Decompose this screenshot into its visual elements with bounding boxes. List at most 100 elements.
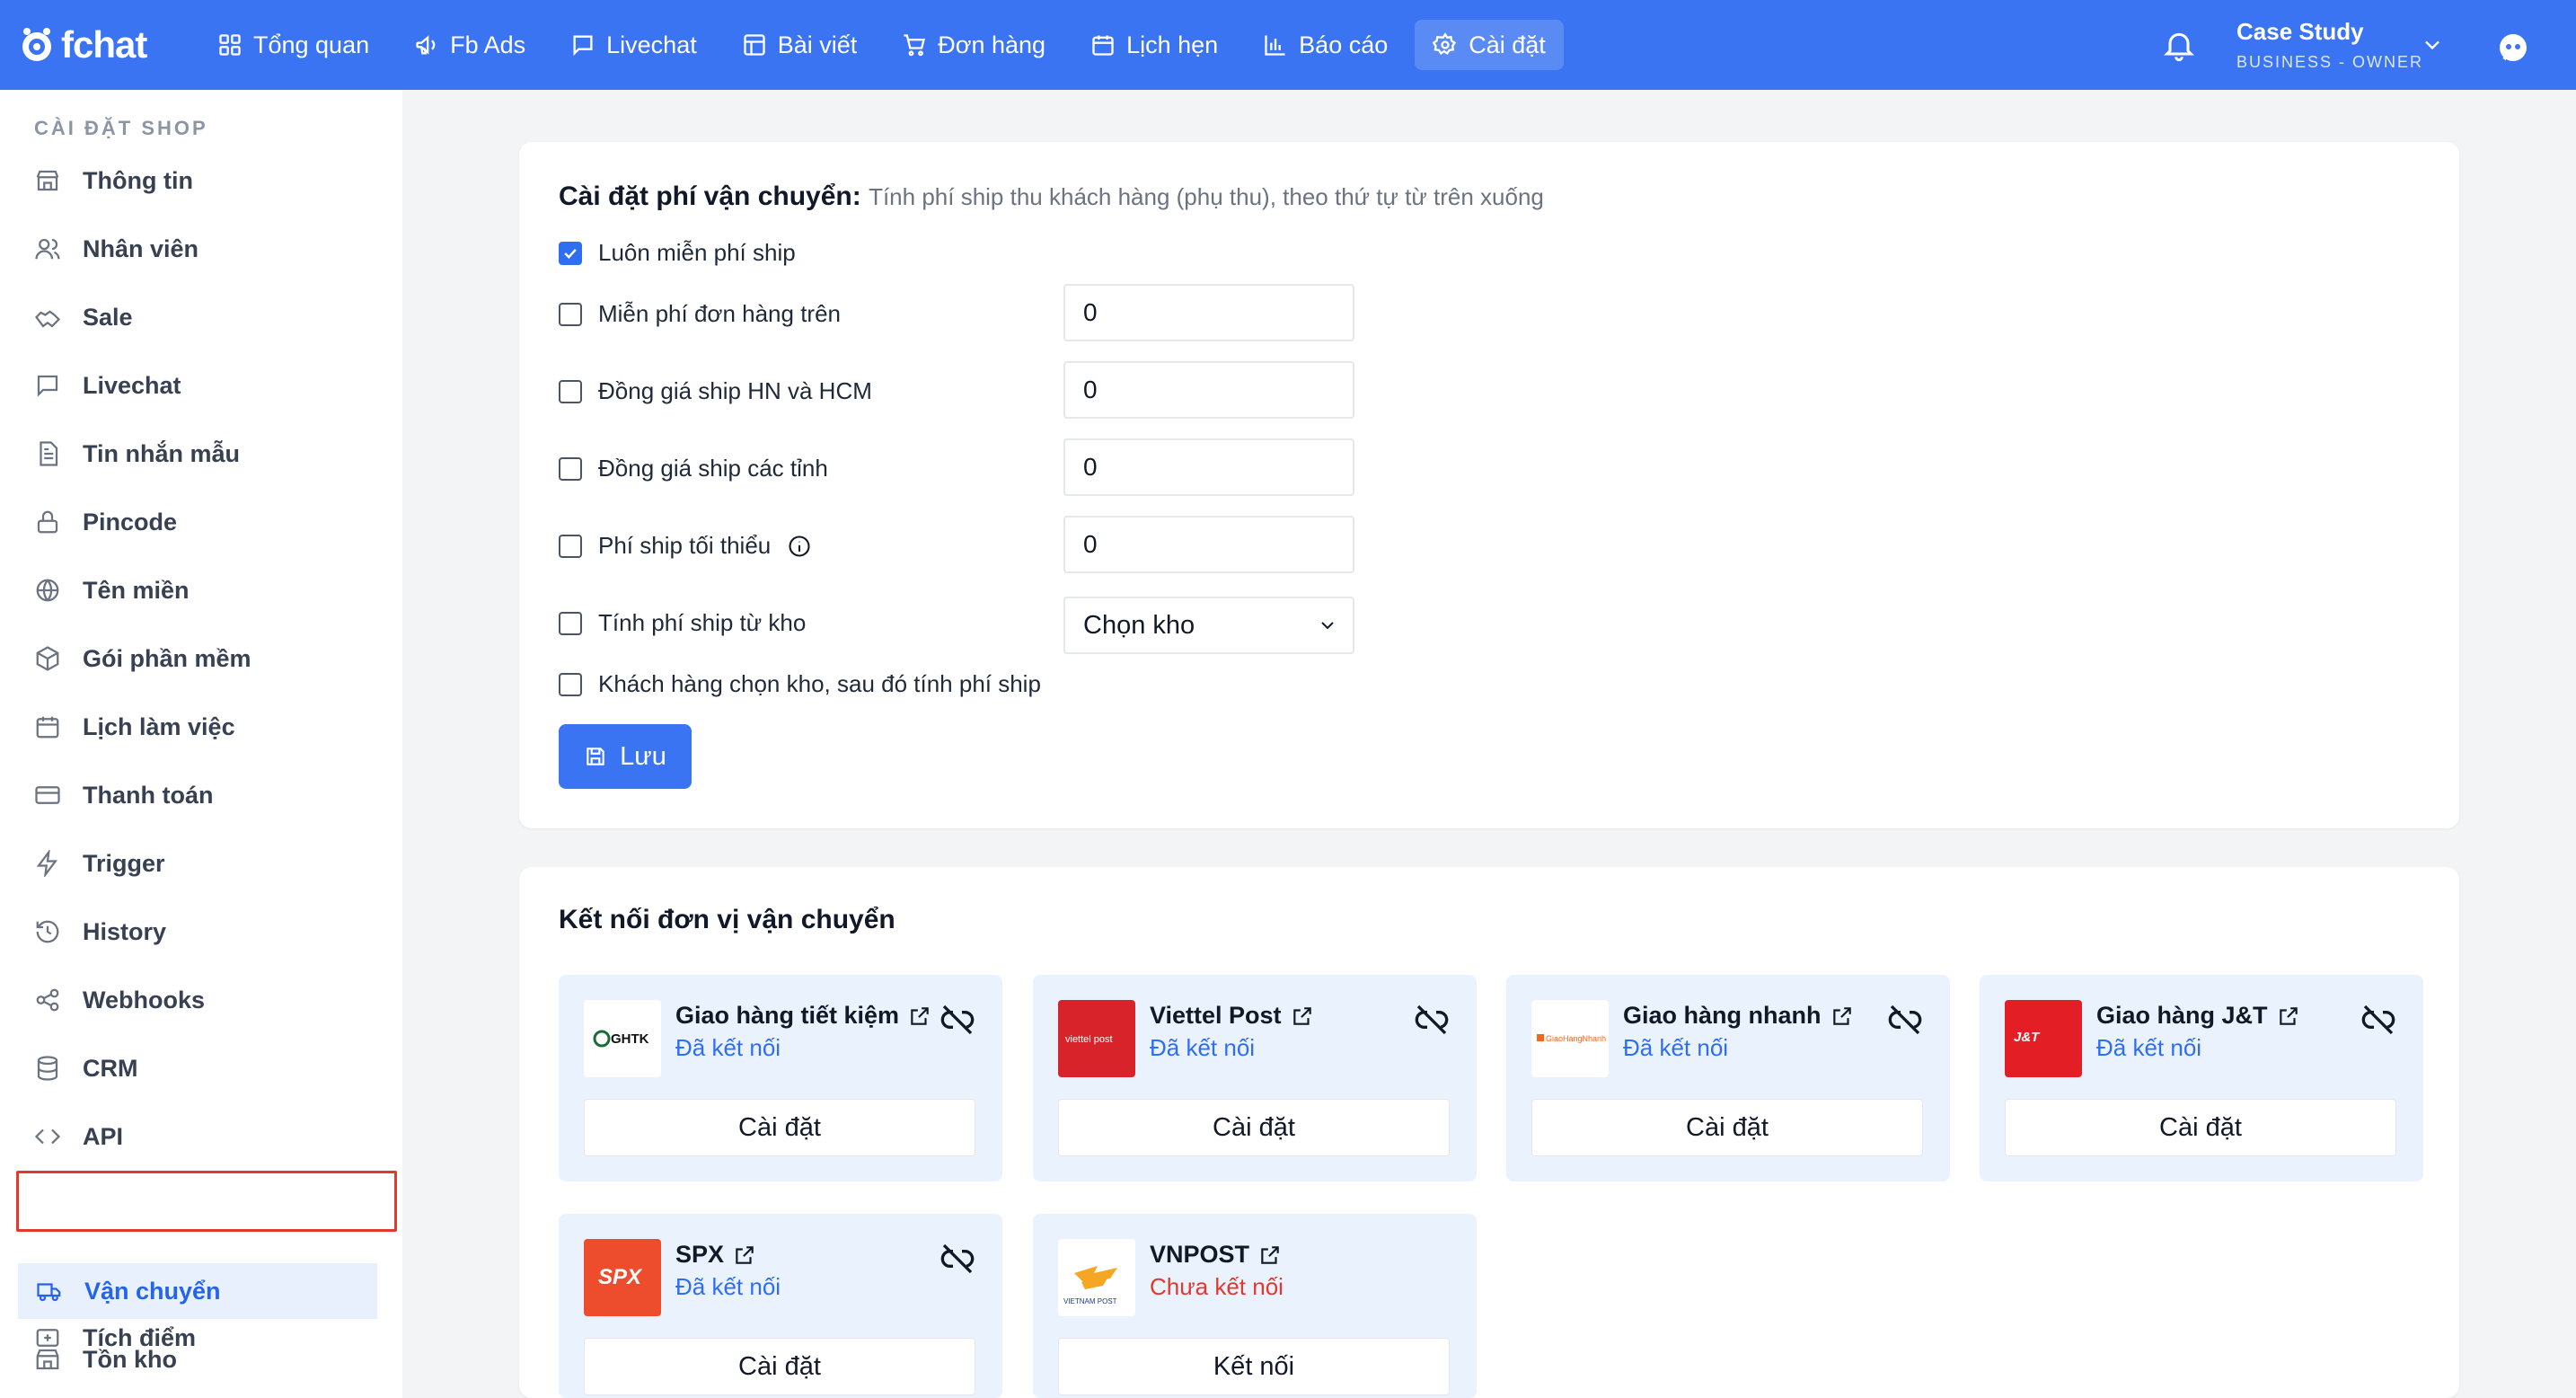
svg-text:viettel post: viettel post bbox=[1065, 1034, 1113, 1045]
carrier-logo: GiaoHangNhanh bbox=[1531, 1000, 1609, 1077]
svg-text:GiaoHangNhanh: GiaoHangNhanh bbox=[1546, 1034, 1606, 1043]
sidebar-item-thong-tin[interactable]: Thông tin bbox=[16, 153, 377, 208]
carrier-connect-button[interactable]: Kết nối bbox=[1058, 1338, 1450, 1395]
nav-bai-viet[interactable]: Bài viết bbox=[724, 20, 876, 70]
carrier-name: SPX bbox=[675, 1241, 756, 1269]
sidebar-item-ten-mien[interactable]: Tên miền bbox=[16, 562, 377, 618]
info-icon[interactable] bbox=[787, 534, 812, 559]
external-link-icon[interactable] bbox=[1258, 1243, 1282, 1267]
sidebar-item-label: CRM bbox=[83, 1054, 138, 1082]
min-fee-input[interactable]: 0 bbox=[1063, 516, 1354, 573]
lock-icon bbox=[37, 510, 58, 534]
unlink-icon[interactable] bbox=[2360, 1002, 2396, 1038]
check-icon bbox=[564, 248, 577, 259]
external-link-icon[interactable] bbox=[908, 1004, 931, 1028]
carrier-settings-button[interactable]: Cài đặt bbox=[1058, 1099, 1450, 1156]
warehouse-select[interactable]: Chọn kho bbox=[1063, 597, 1354, 654]
carrier-card-spx: SPX SPX Đã kết nối Cài đặt bbox=[559, 1214, 1002, 1398]
sidebar: CÀI ĐẶT SHOP Thông tin Nhân viên Sale Li… bbox=[0, 90, 402, 1398]
sidebar-item-goi-phan-mem[interactable]: Gói phần mềm bbox=[16, 631, 377, 686]
free-ship-checkbox[interactable] bbox=[559, 241, 582, 265]
external-link-icon[interactable] bbox=[2277, 1004, 2300, 1028]
sidebar-item-webhooks[interactable]: Webhooks bbox=[16, 972, 377, 1028]
sidebar-item-label: Pincode bbox=[83, 508, 178, 535]
nav-fb-ads[interactable]: Fb Ads bbox=[396, 20, 543, 70]
chat-icon bbox=[573, 35, 593, 57]
sidebar-item-label: Webhooks bbox=[83, 986, 206, 1013]
logo-text: fchat bbox=[61, 23, 147, 66]
min-fee-checkbox[interactable] bbox=[559, 534, 582, 558]
globe-icon bbox=[36, 579, 59, 602]
carriers-title: Kết nối đơn vị vận chuyển bbox=[559, 905, 895, 934]
nav-bao-cao[interactable]: Báo cáo bbox=[1245, 20, 1406, 70]
support-chat-icon[interactable] bbox=[2497, 32, 2529, 65]
flat-provinces-checkbox[interactable] bbox=[559, 456, 582, 481]
sidebar-item-history[interactable]: History bbox=[16, 904, 377, 960]
carrier-name-text: Giao hàng tiết kiệm bbox=[675, 1002, 900, 1029]
carrier-settings-button[interactable]: Cài đặt bbox=[584, 1338, 975, 1395]
logo[interactable]: fchat bbox=[18, 23, 147, 66]
unlink-icon[interactable] bbox=[940, 1241, 975, 1277]
history-icon bbox=[36, 920, 59, 943]
sidebar-section-title: CÀI ĐẶT SHOP bbox=[34, 117, 208, 139]
sidebar-item-label: Sale bbox=[83, 303, 133, 331]
sidebar-item-nhan-vien[interactable]: Nhân viên bbox=[16, 221, 377, 277]
sidebar-item-label: API bbox=[83, 1122, 124, 1150]
free-over-input[interactable]: 0 bbox=[1063, 284, 1354, 341]
flat-provinces-input[interactable]: 0 bbox=[1063, 438, 1354, 496]
jt-logo-icon: J&T bbox=[2014, 1030, 2041, 1045]
unlink-icon[interactable] bbox=[1414, 1002, 1450, 1038]
option-free-over: Miễn phí đơn hàng trên bbox=[559, 300, 841, 328]
nav-label: Lịch hẹn bbox=[1126, 31, 1219, 58]
sidebar-item-trigger[interactable]: Trigger bbox=[16, 836, 377, 891]
carrier-settings-button[interactable]: Cài đặt bbox=[584, 1099, 975, 1156]
nav-lich-hen[interactable]: Lịch hẹn bbox=[1072, 20, 1236, 70]
warehouse-select-value: Chọn kho bbox=[1083, 610, 1195, 640]
external-link-icon[interactable] bbox=[733, 1243, 756, 1267]
sidebar-item-api[interactable]: API bbox=[16, 1109, 377, 1164]
carrier-logo: GHTK bbox=[584, 1000, 661, 1077]
nav-tong-quan[interactable]: Tổng quan bbox=[199, 20, 387, 70]
ghn-logo-icon: GiaoHangNhanh bbox=[1537, 1034, 1606, 1043]
carrier-settings-button[interactable]: Cài đặt bbox=[1531, 1099, 1923, 1156]
store-icon bbox=[36, 170, 59, 191]
carrier-settings-button[interactable]: Cài đặt bbox=[2005, 1099, 2396, 1156]
nav-don-hang[interactable]: Đơn hàng bbox=[884, 20, 1063, 70]
external-link-icon[interactable] bbox=[1831, 1004, 1854, 1028]
option-label: Khách hàng chọn kho, sau đó tính phí shi… bbox=[598, 670, 1041, 697]
grid-icon bbox=[219, 34, 241, 56]
sidebar-item-pincode[interactable]: Pincode bbox=[16, 494, 377, 550]
nav-livechat[interactable]: Livechat bbox=[552, 20, 715, 70]
customer-choose-checkbox[interactable] bbox=[559, 672, 582, 696]
sidebar-item-tin-nhan-mau[interactable]: Tin nhắn mẫu bbox=[16, 426, 377, 482]
free-over-checkbox[interactable] bbox=[559, 302, 582, 326]
sidebar-item-sale[interactable]: Sale bbox=[16, 289, 377, 345]
external-link-icon[interactable] bbox=[1291, 1004, 1314, 1028]
nav-label: Fb Ads bbox=[450, 31, 526, 58]
nav-label: Báo cáo bbox=[1299, 31, 1389, 58]
flat-hn-hcm-input[interactable]: 0 bbox=[1063, 361, 1354, 419]
cart-icon bbox=[904, 34, 926, 57]
bell-icon[interactable] bbox=[2161, 27, 2197, 63]
carrier-card-viettel-post: viettel post Viettel Post Đã kết nối Cài… bbox=[1033, 975, 1477, 1181]
sidebar-item-lich-lam-viec[interactable]: Lịch làm việc bbox=[16, 699, 377, 755]
chevron-down-icon[interactable] bbox=[2420, 32, 2445, 58]
carrier-status: Đã kết nối bbox=[675, 1273, 781, 1300]
sidebar-item-tich-diem[interactable]: Tích điểm bbox=[16, 1310, 377, 1366]
from-warehouse-checkbox[interactable] bbox=[559, 611, 582, 635]
save-button[interactable]: Lưu bbox=[559, 724, 692, 789]
nav-label: Bài viết bbox=[777, 31, 858, 58]
shipping-fee-title: Cài đặt phí vận chuyển: Tính phí ship th… bbox=[559, 181, 1544, 212]
account-menu[interactable]: Case Study BUSINESS - OWNER bbox=[2236, 18, 2423, 72]
sidebar-item-label: Tên miền bbox=[83, 576, 190, 604]
unlink-icon[interactable] bbox=[1887, 1002, 1923, 1038]
unlink-icon[interactable] bbox=[940, 1002, 975, 1038]
nav-cai-dat[interactable]: Cài đặt bbox=[1415, 20, 1564, 70]
main-nav: Tổng quan Fb Ads Livechat Bài viết Đơn h… bbox=[199, 20, 1564, 70]
calendar-icon bbox=[36, 716, 59, 739]
flat-hn-hcm-checkbox[interactable] bbox=[559, 379, 582, 403]
sidebar-item-livechat[interactable]: Livechat bbox=[16, 358, 377, 413]
vnpost-logo-icon: VIETNAM POST bbox=[1063, 1266, 1117, 1305]
sidebar-item-thanh-toan[interactable]: Thanh toán bbox=[16, 767, 377, 823]
sidebar-item-crm[interactable]: CRM bbox=[16, 1040, 377, 1096]
